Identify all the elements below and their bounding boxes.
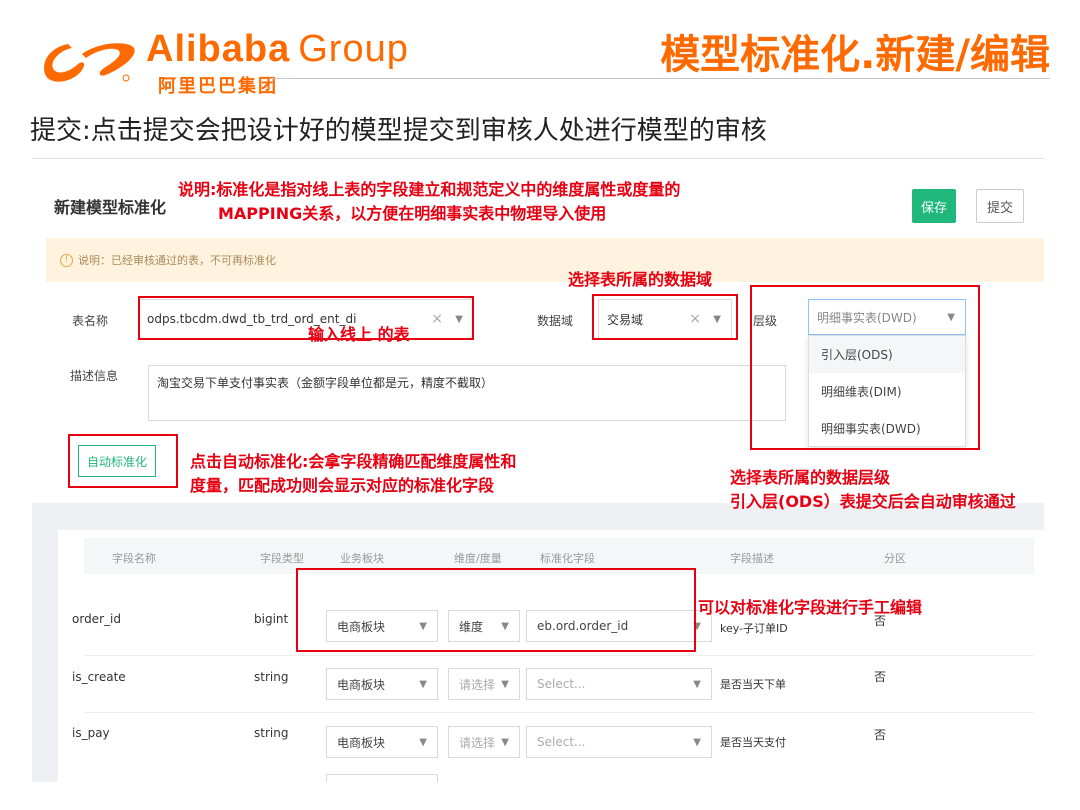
standard-field-select[interactable]: Select... ▼ bbox=[526, 726, 712, 758]
row-divider bbox=[84, 712, 1034, 713]
submit-button[interactable]: 提交 bbox=[976, 189, 1024, 223]
chevron-down-icon: ▼ bbox=[419, 736, 427, 748]
chevron-down-icon: ▼ bbox=[419, 678, 427, 690]
annotation-box-domain bbox=[592, 294, 738, 340]
alibaba-logo-icon bbox=[44, 43, 135, 82]
annotation-text: 引入层(ODS）表提交后会自动审核通过 bbox=[730, 492, 1016, 511]
field-name: is_pay bbox=[72, 726, 110, 740]
form-screenshot: 新建模型标准化 保存 提交 ! 说明：已经审核通过的表，不可再标准化 表名称 o… bbox=[32, 158, 1056, 782]
description-textarea[interactable]: 淘宝交易下单支付事实表（金额字段单位都是元，精度不截取） bbox=[148, 365, 786, 421]
annotation-text: 说明:标准化是指对线上表的字段建立和规范定义中的维度属性或度量的 bbox=[178, 180, 681, 199]
domain-label: 数据域 bbox=[537, 314, 574, 328]
chevron-down-icon: ▼ bbox=[693, 678, 701, 690]
notice-bar: ! 说明：已经审核通过的表，不可再标准化 bbox=[46, 238, 1044, 282]
field-description: 是否当天支付 bbox=[720, 736, 786, 749]
annotation-text: 度量，匹配成功则会显示对应的标准化字段 bbox=[190, 476, 495, 495]
column-header: 字段名称 bbox=[112, 552, 156, 565]
dimension-select[interactable]: 请选择 ▼ bbox=[448, 668, 520, 700]
field-description: 是否当天下单 bbox=[720, 678, 786, 691]
chevron-down-icon: ▼ bbox=[501, 678, 509, 690]
business-select[interactable]: 电商板块 ▼ bbox=[326, 668, 438, 700]
annotation-text: 可以对标准化字段进行手工编辑 bbox=[698, 598, 923, 617]
info-icon: ! bbox=[60, 253, 73, 267]
alibaba-logo: Alibaba Group 阿里巴巴集团 bbox=[38, 26, 409, 97]
column-header: 字段类型 bbox=[260, 552, 304, 565]
field-type: bigint bbox=[254, 612, 289, 626]
logo-cn-text: 阿里巴巴集团 bbox=[158, 76, 278, 97]
annotation-box-auto bbox=[68, 434, 178, 488]
column-header: 字段描述 bbox=[730, 552, 774, 565]
annotation-box-standard-field bbox=[296, 568, 696, 652]
business-select[interactable] bbox=[326, 774, 438, 782]
slide-subtitle: 提交:点击提交会把设计好的模型提交到审核人处进行模型的审核 bbox=[30, 116, 767, 146]
annotation-text: 选择表所属的数据域 bbox=[568, 270, 713, 289]
standard-field-select[interactable]: Select... ▼ bbox=[526, 668, 712, 700]
notice-text: 说明：已经审核通过的表，不可再标准化 bbox=[78, 254, 276, 267]
save-button[interactable]: 保存 bbox=[912, 189, 956, 223]
field-name: order_id bbox=[72, 612, 121, 626]
annotation-box-level bbox=[750, 285, 980, 450]
annotation-box-table-name bbox=[138, 296, 474, 340]
partition-value: 否 bbox=[874, 728, 887, 742]
field-description: key-子订单ID bbox=[720, 622, 788, 635]
annotation-text: 选择表所属的数据层级 bbox=[730, 468, 891, 487]
chevron-down-icon: ▼ bbox=[501, 736, 509, 748]
partition-value: 否 bbox=[874, 670, 887, 684]
column-header: 标准化字段 bbox=[540, 552, 595, 565]
annotation-text: 点击自动标准化:会拿字段精确匹配维度属性和 bbox=[190, 452, 517, 471]
field-type: string bbox=[254, 726, 289, 740]
form-title: 新建模型标准化 bbox=[54, 198, 167, 217]
logo-text: Alibaba Group bbox=[146, 28, 409, 70]
slide-title: 模型标准化.新建/编辑 bbox=[660, 32, 1050, 78]
table-name-label: 表名称 bbox=[72, 314, 109, 328]
field-type: string bbox=[254, 670, 289, 684]
column-header: 业务板块 bbox=[340, 552, 384, 565]
column-header: 分区 bbox=[884, 552, 906, 565]
business-select[interactable]: 电商板块 ▼ bbox=[326, 726, 438, 758]
column-header: 维度/度量 bbox=[454, 552, 502, 565]
field-name: is_create bbox=[72, 670, 126, 684]
row-divider bbox=[84, 655, 1034, 656]
dimension-select[interactable]: 请选择 ▼ bbox=[448, 726, 520, 758]
annotation-text: 输入线上 的表 bbox=[308, 325, 410, 344]
annotation-text: MAPPING关系，以方便在明细事实表中物理导入使用 bbox=[218, 204, 607, 223]
chevron-down-icon: ▼ bbox=[693, 736, 701, 748]
desc-label: 描述信息 bbox=[70, 369, 119, 383]
